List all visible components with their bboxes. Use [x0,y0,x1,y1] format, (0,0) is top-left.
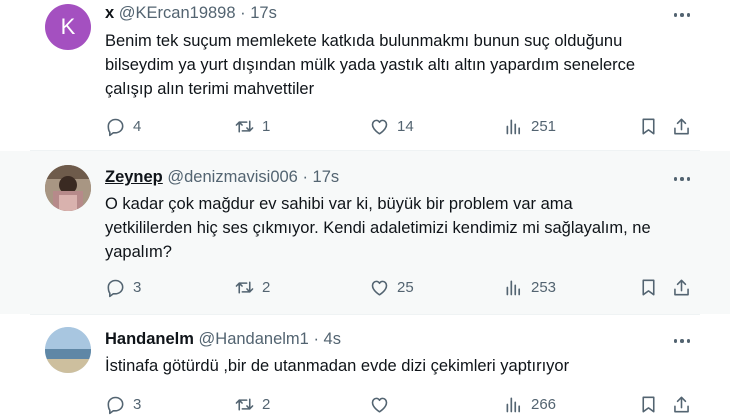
reply-button[interactable]: 3 [105,275,141,299]
timestamp[interactable]: 17s [250,4,277,22]
avatar-letter: K [60,14,76,39]
share-icon [674,118,689,134]
tweet-1[interactable]: K x @KErcan19898 · 17s Benim tek suçum m… [0,0,730,150]
tweet-text: İstinafa götürdü ,bir de utanmadan evde … [105,354,705,378]
more-icon[interactable] [670,170,694,188]
share-button[interactable] [671,392,692,416]
tweet-text-line: çalışıp alın terimi mahvettiler [105,80,315,98]
views-button[interactable]: 266 [503,392,556,416]
like-icon [371,119,388,135]
bookmark-icon [642,118,655,134]
share-button[interactable] [671,114,692,138]
retweet-count: 1 [262,117,271,135]
retweet-icon [235,280,254,294]
like-button[interactable]: 25 [369,275,414,299]
retweet-icon [235,397,254,411]
tweet-header: Zeynep @denizmavisi006 · 17s [105,168,339,187]
bookmark-button[interactable] [638,275,659,299]
user-handle[interactable]: @KErcan19898 [119,4,236,22]
separator-dot: · [313,330,319,348]
reply-count: 3 [133,278,142,296]
tweet-text-line: İstinafa götürdü ,bir de utanmadan evde … [105,357,570,375]
more-icon[interactable] [670,332,694,350]
like-button[interactable]: 14 [369,114,414,138]
tweet-text-line: Benim tek suçum memlekete katkıda bulunm… [105,32,623,50]
views-count: 266 [531,395,557,413]
reply-icon [107,118,124,136]
share-button[interactable] [671,275,692,299]
reply-button[interactable]: 3 [105,392,141,416]
tweet-2[interactable]: Zeynep @denizmavisi006 · 17s O kadar çok… [0,151,730,314]
separator-dot: · [302,168,308,186]
more-icon[interactable] [670,6,694,24]
like-button[interactable] [369,392,397,416]
timestamp[interactable]: 4s [324,330,341,348]
reply-button[interactable]: 4 [105,114,141,138]
tweet-text: Benim tek suçum memlekete katkıda bulunm… [105,29,705,101]
tweet-text-line: O kadar çok mağdur ev sahibi var ki, büy… [105,195,573,213]
bookmark-icon [642,396,655,412]
display-name[interactable]: x [105,4,114,22]
user-handle[interactable]: @Handanelm1 [199,330,309,348]
avatar[interactable] [45,165,91,211]
views-count: 253 [531,278,557,296]
action-bar: 4 1 14 251 [105,114,705,138]
reply-icon [107,396,124,414]
views-button[interactable]: 253 [503,275,556,299]
retweet-count: 2 [262,278,271,296]
like-count: 14 [397,117,414,135]
share-icon [674,396,689,412]
bookmark-icon [642,279,655,295]
avatar[interactable] [45,327,91,373]
separator-dot: · [240,4,246,22]
tweet-text: O kadar çok mağdur ev sahibi var ki, büy… [105,192,705,264]
like-count: 25 [397,278,414,296]
views-count: 251 [531,117,557,135]
timestamp[interactable]: 17s [313,168,340,186]
like-icon [371,280,388,296]
user-handle[interactable]: @denizmavisi006 [167,168,297,186]
tweet-header: x @KErcan19898 · 17s [105,4,277,23]
share-icon [674,279,689,295]
reply-count: 4 [133,117,142,135]
bookmark-button[interactable] [638,114,659,138]
like-icon [371,397,388,413]
views-button[interactable]: 251 [503,114,556,138]
display-name[interactable]: Handanelm [105,330,194,348]
tweet-text-line: yetkililerden hiç ses çıkmıyor. Kendi ad… [105,219,651,237]
avatar-image [45,165,91,211]
reply-icon [107,279,124,297]
retweet-button[interactable]: 2 [234,392,270,416]
tweet-3[interactable]: Handanelm @Handanelm1 · 4s İstinafa götü… [0,315,730,420]
display-name[interactable]: Zeynep [105,168,163,186]
tweet-text-line: bilseydim ya yurt dışından mülk yada yas… [105,56,636,74]
avatar-image [45,327,91,373]
action-bar: 3 2 266 [105,392,705,416]
tweet-text-line: yapalım? [105,243,172,261]
views-icon [506,280,521,295]
bookmark-button[interactable] [638,392,659,416]
avatar[interactable]: K [45,4,91,50]
retweet-count: 2 [262,395,271,413]
reply-count: 3 [133,395,142,413]
retweet-button[interactable]: 1 [234,114,270,138]
retweet-button[interactable]: 2 [234,275,270,299]
action-bar: 3 2 25 253 [105,275,705,299]
views-icon [506,397,521,412]
views-icon [506,119,521,134]
tweet-header: Handanelm @Handanelm1 · 4s [105,330,341,349]
retweet-icon [235,119,254,133]
